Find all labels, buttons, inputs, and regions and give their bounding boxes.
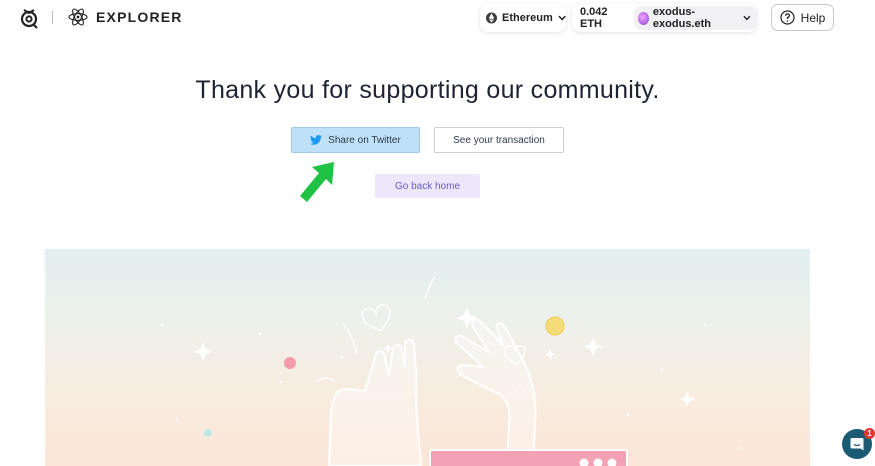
- illustration-art: [160, 276, 742, 466]
- avatar: [637, 11, 649, 25]
- question-circle-icon: [780, 10, 795, 25]
- share-on-twitter-button[interactable]: Share on Twitter: [291, 127, 420, 153]
- wallet-balance: 0.042 ETH: [580, 6, 608, 30]
- see-transaction-button[interactable]: See your transaction: [434, 127, 564, 153]
- brand-logo-icon[interactable]: [20, 7, 40, 29]
- chat-bubble-icon: [850, 438, 864, 451]
- network-selector[interactable]: Ethereum: [480, 4, 566, 32]
- go-back-home-label: Go back home: [394, 180, 461, 192]
- page-title: Thank you for supporting our community.: [195, 76, 660, 104]
- top-bar: EXPLORER Ethereum 0.042 ETH exodus-exodu…: [0, 0, 875, 40]
- chevron-down-icon: [743, 15, 751, 21]
- account-selector[interactable]: exodus-exodus.eth: [633, 6, 757, 30]
- app-name: EXPLORER: [96, 9, 183, 25]
- go-back-home-button[interactable]: Go back home: [375, 174, 480, 198]
- ethereum-icon: [486, 12, 497, 24]
- thank-you-illustration: [45, 249, 810, 466]
- atom-icon: [68, 8, 88, 26]
- notification-badge: 1: [864, 428, 875, 439]
- explorer-brand[interactable]: EXPLORER: [68, 7, 183, 27]
- header-divider: [52, 11, 53, 24]
- chevron-down-icon: [558, 15, 566, 21]
- wallet-menu[interactable]: 0.042 ETH exodus-exodus.eth: [572, 4, 757, 32]
- help-button[interactable]: Help: [771, 4, 834, 31]
- twitter-bird-icon: [310, 135, 323, 145]
- help-label: Help: [800, 10, 826, 25]
- network-label: Ethereum: [502, 12, 553, 24]
- share-on-twitter-label: Share on Twitter: [328, 134, 401, 146]
- see-transaction-label: See your transaction: [453, 134, 545, 146]
- green-arrow-icon: [300, 162, 334, 202]
- account-name: exodus-exodus.eth: [652, 6, 711, 30]
